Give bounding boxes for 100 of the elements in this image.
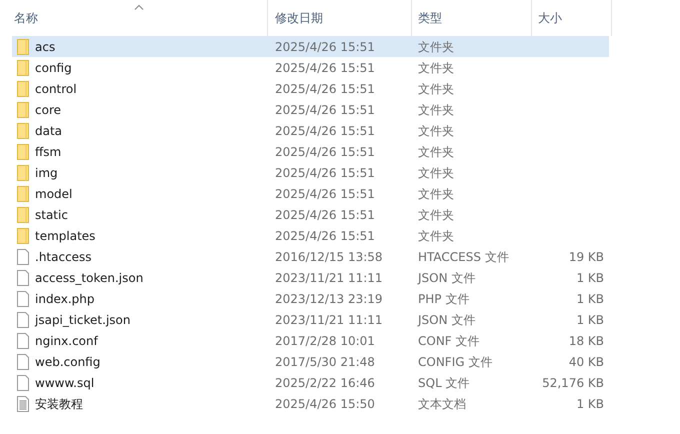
file-size: 1 KB <box>576 312 604 328</box>
file-type: 文本文档 <box>418 396 466 410</box>
file-row[interactable]: jsapi_ticket.json 2023/11/21 11:11 JSON 文件 1 KB <box>12 309 609 330</box>
file-type: SQL 文件 <box>418 376 470 390</box>
file-icon <box>17 290 29 306</box>
file-name: acs <box>35 38 56 56</box>
file-type: PHP 文件 <box>418 292 470 306</box>
file-name: nginx.conf <box>35 332 98 350</box>
file-name: wwww.sql <box>35 374 94 392</box>
folder-icon <box>17 144 29 160</box>
date-modified: 2016/12/15 13:58 <box>275 250 383 264</box>
file-name: config <box>35 60 72 76</box>
file-icon <box>17 248 29 264</box>
file-size: 1 KB <box>576 270 604 286</box>
file-name: 安装教程 <box>35 396 83 412</box>
file-type: 文件夹 <box>418 124 454 138</box>
date-modified: 2025/4/26 15:51 <box>275 60 375 74</box>
file-type: CONF 文件 <box>418 334 480 348</box>
date-modified: 2025/4/26 15:51 <box>275 40 375 54</box>
folder-icon <box>17 164 29 180</box>
file-row[interactable]: nginx.conf 2017/2/28 10:01 CONF 文件 18 KB <box>12 330 609 351</box>
file-icon <box>17 354 29 370</box>
date-modified: 2025/4/26 15:51 <box>275 228 375 242</box>
file-type: 文件夹 <box>418 60 454 74</box>
date-modified: 2025/4/26 15:51 <box>275 124 375 138</box>
file-row[interactable]: img 2025/4/26 15:51 文件夹 <box>12 162 609 183</box>
file-name: web.config <box>35 354 100 370</box>
file-row[interactable]: ffsm 2025/4/26 15:51 文件夹 <box>12 141 609 162</box>
file-name: static <box>35 206 68 224</box>
file-row[interactable]: model 2025/4/26 15:51 文件夹 <box>12 183 609 204</box>
folder-icon <box>17 80 29 96</box>
file-name: img <box>35 164 58 182</box>
date-modified: 2023/11/21 11:11 <box>275 312 383 326</box>
file-row[interactable]: acs 2025/4/26 15:51 文件夹 <box>12 36 609 57</box>
file-type: 文件夹 <box>418 40 454 54</box>
date-modified: 2017/5/30 21:48 <box>275 354 375 368</box>
folder-icon <box>17 60 29 76</box>
file-row[interactable]: data 2025/4/26 15:51 文件夹 <box>12 120 609 141</box>
file-row[interactable]: config 2025/4/26 15:51 文件夹 <box>12 57 609 78</box>
date-modified: 2025/4/26 15:51 <box>275 208 375 222</box>
file-size: 18 KB <box>568 332 604 350</box>
file-type: JSON 文件 <box>418 270 476 284</box>
folder-icon <box>17 186 29 202</box>
file-row[interactable]: wwww.sql 2025/2/22 16:46 SQL 文件 52,176 KB <box>12 372 609 393</box>
date-modified: 2025/4/26 15:50 <box>275 396 375 410</box>
file-type: JSON 文件 <box>418 312 476 326</box>
sort-up-icon <box>134 4 144 10</box>
file-icon <box>17 374 29 390</box>
date-modified: 2025/4/26 15:51 <box>275 166 375 180</box>
file-type: 文件夹 <box>418 228 454 242</box>
date-modified: 2025/4/26 15:51 <box>275 102 375 116</box>
file-name: index.php <box>35 290 94 308</box>
folder-icon <box>17 122 29 138</box>
column-header[interactable]: 类型 <box>418 9 442 27</box>
column-header[interactable]: 大小 <box>538 9 562 27</box>
column-header[interactable]: 修改日期 <box>275 9 323 27</box>
file-row[interactable]: web.config 2017/5/30 21:48 CONFIG 文件 40 KB <box>12 351 609 372</box>
file-type: HTACCESS 文件 <box>418 250 509 264</box>
file-icon <box>17 312 29 328</box>
file-row[interactable]: access_token.json 2023/11/21 11:11 JSON 文件 1 KB <box>12 267 609 288</box>
folder-icon <box>17 38 29 54</box>
date-modified: 2023/12/13 23:19 <box>275 292 383 306</box>
file-type: 文件夹 <box>418 82 454 96</box>
file-row[interactable]: control 2025/4/26 15:51 文件夹 <box>12 78 609 99</box>
date-modified: 2025/2/22 16:46 <box>275 376 375 390</box>
file-name: jsapi_ticket.json <box>35 312 130 328</box>
file-type: 文件夹 <box>418 144 454 158</box>
file-type: CONFIG 文件 <box>418 354 492 368</box>
folder-icon <box>17 102 29 118</box>
file-row[interactable]: 安装教程 2025/4/26 15:50 文本文档 1 KB <box>12 393 609 414</box>
file-type: 文件夹 <box>418 208 454 222</box>
folder-icon <box>17 206 29 222</box>
file-size: 52,176 KB <box>542 374 604 392</box>
folder-icon <box>17 228 29 244</box>
text-file-icon <box>17 396 29 412</box>
file-row[interactable]: index.php 2023/12/13 23:19 PHP 文件 1 KB <box>12 288 609 309</box>
file-name: data <box>35 122 62 140</box>
date-modified: 2025/4/26 15:51 <box>275 82 375 96</box>
file-size: 1 KB <box>576 290 604 308</box>
file-name: templates <box>35 228 96 244</box>
file-name: model <box>35 186 72 202</box>
file-type: 文件夹 <box>418 166 454 180</box>
file-name: core <box>35 102 61 118</box>
file-type: 文件夹 <box>418 102 454 116</box>
file-size: 19 KB <box>568 248 604 266</box>
file-size: 40 KB <box>568 354 604 370</box>
date-modified: 2025/4/26 15:51 <box>275 144 375 158</box>
file-type: 文件夹 <box>418 186 454 200</box>
file-icon <box>17 332 29 348</box>
file-row[interactable]: .htaccess 2016/12/15 13:58 HTACCESS 文件 19 KB <box>12 246 609 267</box>
file-row[interactable]: static 2025/4/26 15:51 文件夹 <box>12 204 609 225</box>
date-modified: 2023/11/21 11:11 <box>275 270 383 284</box>
file-name: access_token.json <box>35 270 144 286</box>
file-name: .htaccess <box>35 248 92 266</box>
file-icon <box>17 270 29 286</box>
date-modified: 2017/2/28 10:01 <box>275 334 375 348</box>
file-size: 1 KB <box>576 396 604 412</box>
file-row[interactable]: templates 2025/4/26 15:51 文件夹 <box>12 225 609 246</box>
file-row[interactable]: core 2025/4/26 15:51 文件夹 <box>12 99 609 120</box>
column-header[interactable]: 名称 <box>14 9 38 27</box>
